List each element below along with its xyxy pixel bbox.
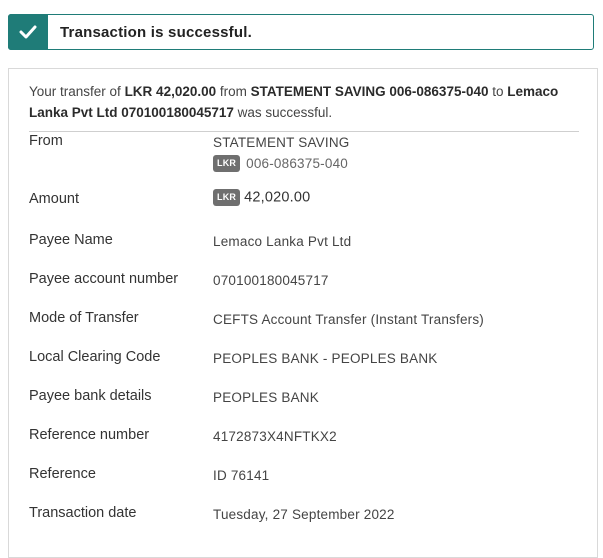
summary-text: from [216,84,251,99]
payee-account-label: Payee account number [29,271,179,287]
transaction-details-card: Your transfer of LKR 42,020.00 from STAT… [8,68,598,558]
from-account-name: STATEMENT SAVING [213,135,350,150]
summary-amount: LKR 42,020.00 [124,84,217,99]
payee-name-label: Payee Name [29,232,113,248]
summary-text: Your transfer of [29,84,125,99]
date-value: Tuesday, 27 September 2022 [213,507,395,522]
currency-badge: LKR [213,154,241,172]
bank-details-label: Payee bank details [29,388,152,404]
transfer-summary: Your transfer of LKR 42,020.00 from STAT… [29,81,581,123]
clearing-code-value: PEOPLES BANK - PEOPLES BANK [213,351,438,366]
from-account-number: 006-086375-040 [246,155,348,171]
amount-label: Amount [29,191,79,207]
amount-number: 42,020.00 [244,189,311,206]
bank-details-value: PEOPLES BANK [213,390,319,405]
success-banner: Transaction is successful. [8,14,594,50]
banner-message: Transaction is successful. [60,23,252,41]
currency-badge: LKR [213,189,241,206]
reference-number-value: 4172873X4NFTKX2 [213,429,337,444]
summary-text: was successful. [233,105,333,120]
reference-label: Reference [29,466,96,482]
summary-from-account: STATEMENT SAVING 006-086375-040 [250,84,489,99]
summary-text: to [488,84,508,99]
check-icon [8,14,48,50]
mode-label: Mode of Transfer [29,310,139,326]
divider [29,131,579,132]
mode-value: CEFTS Account Transfer (Instant Transfer… [213,312,484,327]
from-label: From [29,133,63,149]
reference-number-label: Reference number [29,427,150,443]
reference-value: ID 76141 [213,468,270,483]
clearing-code-label: Local Clearing Code [29,349,161,365]
payee-account-value: 070100180045717 [213,273,329,288]
date-label: Transaction date [29,505,137,521]
from-value: STATEMENT SAVING LKR 006-086375-040 [213,133,349,173]
payee-name-value: Lemaco Lanka Pvt Ltd [213,234,352,249]
amount-value: LKR 42,020.00 [213,189,310,206]
